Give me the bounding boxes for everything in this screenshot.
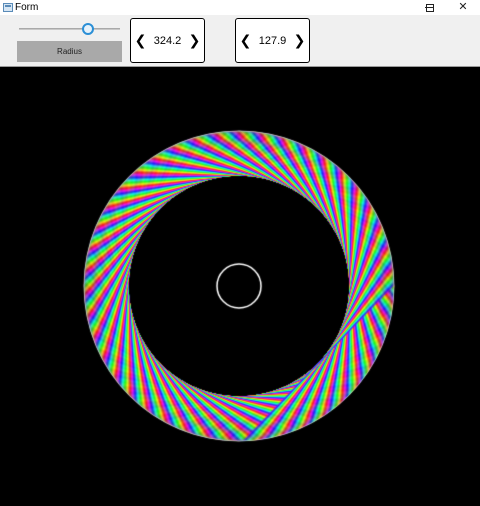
value-stepper-1: ❮ 324.2 ❯ — [130, 18, 205, 63]
radius-button[interactable]: Radius — [17, 41, 122, 62]
radius-slider[interactable] — [19, 22, 120, 36]
stepper-1-value: 324.2 — [153, 34, 182, 47]
close-button[interactable]: ✕ — [446, 0, 480, 15]
drawing-canvas-area — [0, 67, 480, 506]
chevron-right-icon[interactable]: ❯ — [290, 19, 309, 62]
toolbar: Radius ❮ 324.2 ❯ ❮ 127.9 ❯ — [0, 15, 480, 67]
stepper-2-value: 127.9 — [258, 34, 287, 47]
maximize-icon — [426, 3, 434, 12]
app-icon — [3, 3, 13, 12]
close-icon: ✕ — [458, 1, 468, 13]
chevron-right-icon[interactable]: ❯ — [185, 19, 204, 62]
window-title: Form — [15, 2, 39, 13]
maximize-button[interactable] — [413, 0, 447, 15]
slider-thumb[interactable] — [81, 23, 94, 35]
spirograph-canvas — [0, 67, 480, 506]
title-bar: Form ✕ — [0, 0, 480, 15]
chevron-left-icon[interactable]: ❮ — [131, 19, 150, 62]
chevron-left-icon[interactable]: ❮ — [236, 19, 255, 62]
slider-track — [19, 28, 120, 30]
value-stepper-2: ❮ 127.9 ❯ — [235, 18, 310, 63]
